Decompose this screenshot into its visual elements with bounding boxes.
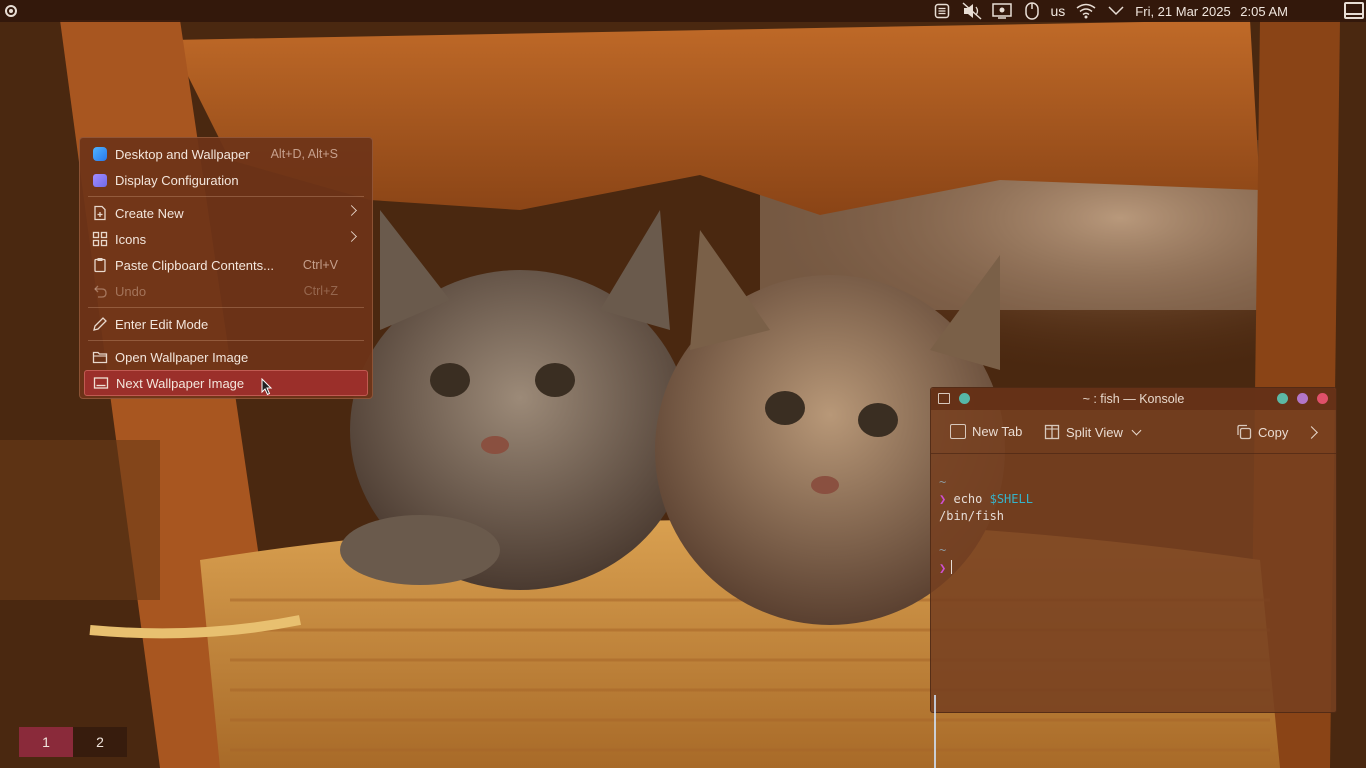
maximize-button[interactable] [1297,393,1308,404]
submenu-arrow-icon [346,205,357,216]
menu-item-display-configuration[interactable]: Display Configuration [84,167,368,193]
clock-date: Fri, 21 Mar 2025 [1135,3,1231,19]
top-panel: us Fri, 21 Mar 2025 2:05 AM [0,0,1366,22]
konsole-toolbar: New Tab Split View Copy [931,410,1336,454]
pencil-icon [92,316,108,332]
menu-item-label: Open Wallpaper Image [115,349,249,365]
submenu-arrow-icon [346,231,357,242]
image-icon [93,375,109,391]
menu-item-undo: Undo Ctrl+Z [84,278,368,304]
grid-icon [92,231,108,247]
term-output-line: /bin/fish [939,509,1005,523]
mouse-battery-icon[interactable] [1021,0,1043,22]
undo-icon [92,283,108,299]
menu-item-shortcut: Ctrl+V [302,258,338,272]
term-prompt: ❯ [939,492,947,506]
menu-item-create-new[interactable]: Create New [84,200,368,226]
mouse-pointer-icon [261,378,273,396]
window-titlebar[interactable]: ~ : fish — Konsole [931,388,1336,410]
show-desktop-icon[interactable] [1344,2,1364,19]
scroll-indicator [934,695,936,768]
menu-item-label: Icons [115,231,147,247]
term-prompt-line: ❯ [939,560,953,575]
volume-muted-icon[interactable] [961,0,983,22]
more-actions-icon[interactable] [1305,426,1318,439]
chevron-down-icon [1131,425,1142,435]
term-dir: ~ [939,475,947,489]
copy-button[interactable]: Copy [1236,424,1288,440]
keyboard-layout[interactable]: us [1051,3,1066,19]
application-launcher-icon[interactable] [5,5,17,17]
term-command-line: ❯ echo $SHELL [939,492,1033,507]
menu-item-icons[interactable]: Icons [84,226,368,252]
menu-item-label: Enter Edit Mode [115,316,209,332]
menu-item-label: Desktop and Wallpaper [115,146,250,162]
menu-item-label: Undo [115,283,147,299]
clock-time: 2:05 AM [1240,3,1288,19]
text-cursor [951,560,953,574]
menu-item-shortcut: Alt+D, Alt+S [270,147,338,161]
close-button[interactable] [1317,393,1328,404]
term-dir-line: ~ [939,543,946,558]
new-tab-button[interactable]: New Tab [950,424,1022,439]
copy-icon [1236,424,1252,440]
folder-icon [92,349,108,365]
new-tab-label: New Tab [972,424,1023,439]
copy-label: Copy [1258,424,1289,440]
terminal-area[interactable]: ~ ❯ echo $SHELL /bin/fish ~ ❯ [931,455,1336,768]
menu-item-label: Display Configuration [115,172,239,188]
menu-separator [88,307,364,308]
menu-item-desktop-wallpaper[interactable]: Desktop and Wallpaper Alt+D, Alt+S [84,141,368,167]
wifi-icon[interactable] [1075,0,1097,22]
menu-item-label: Paste Clipboard Contents... [115,257,274,273]
desktop-2-button[interactable]: 2 [73,727,127,757]
term-prompt: ❯ [939,561,947,575]
menu-item-next-wallpaper[interactable]: Next Wallpaper Image [84,370,368,396]
chevron-down-icon[interactable] [1105,0,1127,22]
konsole-window: ~ : fish — Konsole New Tab Split View Co… [930,387,1337,768]
menu-item-paste[interactable]: Paste Clipboard Contents... Ctrl+V [84,252,368,278]
window-title: ~ : fish — Konsole [1082,392,1185,406]
term-dir-line: ~ [939,475,946,490]
menu-item-label: Create New [115,205,184,221]
desktop-1-button[interactable]: 1 [19,727,73,757]
clock[interactable]: Fri, 21 Mar 2025 2:05 AM [1135,4,1294,19]
desktop-wallpaper-icon [92,146,108,162]
display-icon[interactable] [991,0,1013,22]
create-new-icon [92,205,108,221]
menu-separator [88,196,364,197]
term-variable: $SHELL [989,492,1033,506]
virtual-desktop-pager: 1 2 [19,727,127,757]
new-tab-icon [950,424,966,439]
term-dir: ~ [939,543,947,557]
minimize-button[interactable] [1277,393,1288,404]
menu-item-open-wallpaper[interactable]: Open Wallpaper Image [84,344,368,370]
clipboard-icon [92,257,108,273]
menu-item-shortcut: Ctrl+Z [303,284,338,298]
notes-icon[interactable] [931,0,953,22]
display-configuration-icon [92,172,108,188]
split-view-button[interactable]: Split View [1044,424,1142,440]
system-tray: us Fri, 21 Mar 2025 2:05 AM [931,0,1366,22]
split-view-label: Split View [1066,424,1123,440]
menu-item-label: Next Wallpaper Image [116,375,245,391]
split-view-icon [1044,424,1060,440]
desktop-context-menu: Desktop and Wallpaper Alt+D, Alt+S Displ… [79,137,373,399]
menu-separator [88,340,364,341]
menu-item-edit-mode[interactable]: Enter Edit Mode [84,311,368,337]
term-command: echo [953,492,983,506]
